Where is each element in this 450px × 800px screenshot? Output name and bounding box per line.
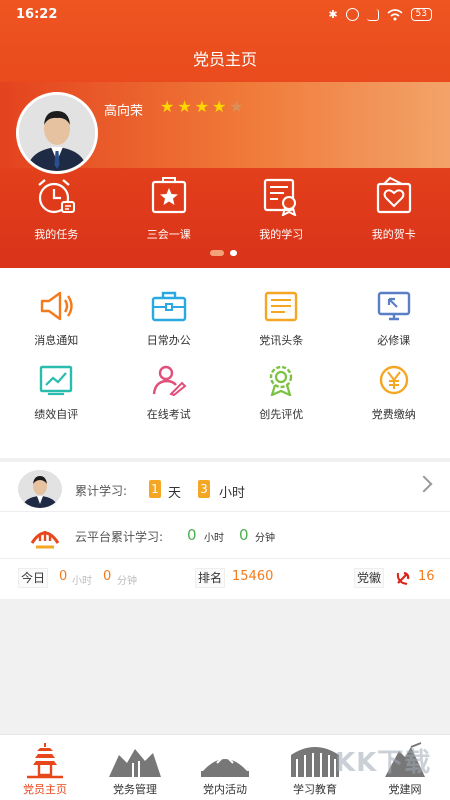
quick-label: 三会一课 [146, 228, 191, 241]
rating-stars: ★ ★ ★ ★ ★ [160, 99, 244, 115]
person-pen-icon [152, 365, 187, 396]
cloud-hours: 0 [187, 526, 197, 544]
quick-links: 我的任务 三会一课 我的学习 我的贺卡 [0, 176, 450, 242]
grid-label: 日常办公 [146, 334, 191, 347]
study-hours: 3 [198, 480, 210, 498]
grid-label: 创先评优 [259, 408, 304, 421]
cloud-study-row: 云平台累计学习: 0 小时 0 分钟 [0, 513, 450, 559]
yen-coin-icon [379, 365, 408, 395]
star-board-icon [151, 177, 186, 214]
rank-label: 排名 [195, 568, 226, 588]
quick-label: 我的贺卡 [371, 228, 416, 241]
tab-member-home[interactable]: 党员主页 [0, 735, 90, 800]
grid-label: 消息通知 [34, 334, 79, 347]
study-days: 1 [149, 480, 161, 498]
chart-icon [40, 365, 73, 396]
rank-value: 15460 [232, 569, 274, 584]
status-bar: 16:22 ✱ 53 [0, 0, 450, 30]
grid-label: 党讯头条 [259, 334, 304, 347]
grid-excellence[interactable]: 创先评优 [225, 364, 338, 442]
today-hours-unit: 小时 [72, 576, 92, 587]
grid-party-news[interactable]: 党讯头条 [225, 290, 338, 352]
signal-icon [366, 8, 379, 21]
star-empty-icon: ★ [229, 97, 244, 116]
grid-label: 绩效自评 [34, 408, 79, 421]
grid-label: 党费缴纳 [371, 408, 416, 421]
star-icon: ★ [194, 97, 210, 116]
star-icon: ★ [212, 97, 227, 116]
today-minutes: 0 [103, 569, 112, 584]
grid-required-course[interactable]: 必修课 [338, 290, 450, 352]
tab-label: 党内活动 [203, 783, 247, 796]
days-unit: 天 [168, 486, 182, 501]
grid-label: 必修课 [377, 334, 411, 347]
monument-icon [109, 749, 161, 777]
quick-my-study[interactable]: 我的学习 [225, 176, 338, 242]
grid-label: 在线考试 [146, 408, 191, 421]
cloud-hours-unit: 小时 [204, 533, 224, 544]
star-icon: ★ [160, 97, 175, 116]
bluetooth-icon: ✱ [328, 8, 338, 21]
today-hours: 0 [59, 569, 68, 584]
carousel-dot[interactable] [210, 250, 224, 256]
greeting-card-icon [376, 176, 411, 214]
study-certificate-icon [264, 178, 297, 216]
grid-online-exam[interactable]: 在线考试 [113, 364, 226, 442]
grid-notifications[interactable]: 消息通知 [0, 290, 113, 352]
tab-party-affairs[interactable]: 党务管理 [90, 735, 180, 800]
status-time: 16:22 [16, 7, 58, 22]
cloud-label: 云平台累计学习: [75, 530, 164, 544]
tab-label: 党员主页 [23, 783, 67, 796]
screen-icon [377, 291, 410, 321]
tab-label: 党务管理 [113, 783, 157, 796]
cumulative-study-row[interactable]: 累计学习: 1 天 3 小时 [0, 462, 450, 512]
speaker-icon [41, 291, 73, 321]
cumulative-label: 累计学习: [75, 484, 128, 498]
grid-party-fees[interactable]: 党费缴纳 [338, 364, 450, 442]
wifi-icon [387, 8, 403, 20]
star-icon: ★ [177, 97, 192, 116]
quick-label: 我的学习 [259, 228, 304, 241]
cloud-platform-logo-icon [30, 531, 60, 549]
today-rank-row: 今日 0 小时 0 分钟 排名 15460 党徽 16 [0, 560, 450, 596]
today-label: 今日 [18, 568, 49, 588]
statue-icon [201, 753, 249, 777]
tab-party-activity[interactable]: 党内活动 [180, 735, 270, 800]
emblem-label: 党徽 [354, 568, 385, 588]
avatar[interactable] [16, 92, 98, 174]
hours-unit: 小时 [219, 486, 246, 501]
grid-performance[interactable]: 绩效自评 [0, 364, 113, 442]
quick-my-card[interactable]: 我的贺卡 [338, 176, 450, 242]
tab-label: 学习教育 [293, 783, 337, 796]
user-name: 高向荣 [104, 104, 144, 119]
quick-my-tasks[interactable]: 我的任务 [0, 176, 113, 242]
alarm-clock-icon [38, 179, 76, 214]
carousel-dots [210, 250, 237, 256]
function-grid: 消息通知 日常办公 党讯头条 必修课 绩效自评 在线考试 创先评优 党费缴纳 [0, 268, 450, 458]
page-title: 党员主页 [192, 50, 257, 69]
quick-three-meetings[interactable]: 三会一课 [113, 176, 226, 242]
alarm-icon [345, 8, 359, 21]
emblem-value: 16 [418, 569, 435, 584]
grid-daily-office[interactable]: 日常办公 [113, 290, 226, 352]
watermark-text: KK下载 [335, 748, 432, 778]
medal-icon [270, 365, 293, 396]
today-minutes-unit: 分钟 [117, 576, 137, 587]
pagoda-icon [27, 743, 63, 779]
cloud-minutes-unit: 分钟 [255, 533, 275, 544]
cloud-minutes: 0 [239, 526, 249, 544]
battery-icon: 53 [410, 8, 432, 21]
carousel-dot-active[interactable] [230, 250, 237, 256]
briefcase-icon [151, 291, 186, 322]
chevron-right-icon[interactable] [415, 475, 433, 493]
tab-label: 党建网 [388, 783, 422, 796]
party-emblem-icon [396, 571, 410, 585]
avatar-small [18, 470, 62, 508]
news-icon [265, 291, 298, 322]
study-stats-card: 累计学习: 1 天 3 小时 云平台累计学习: 0 小时 0 分钟 今日 0 小… [0, 462, 450, 599]
quick-label: 我的任务 [34, 228, 79, 241]
